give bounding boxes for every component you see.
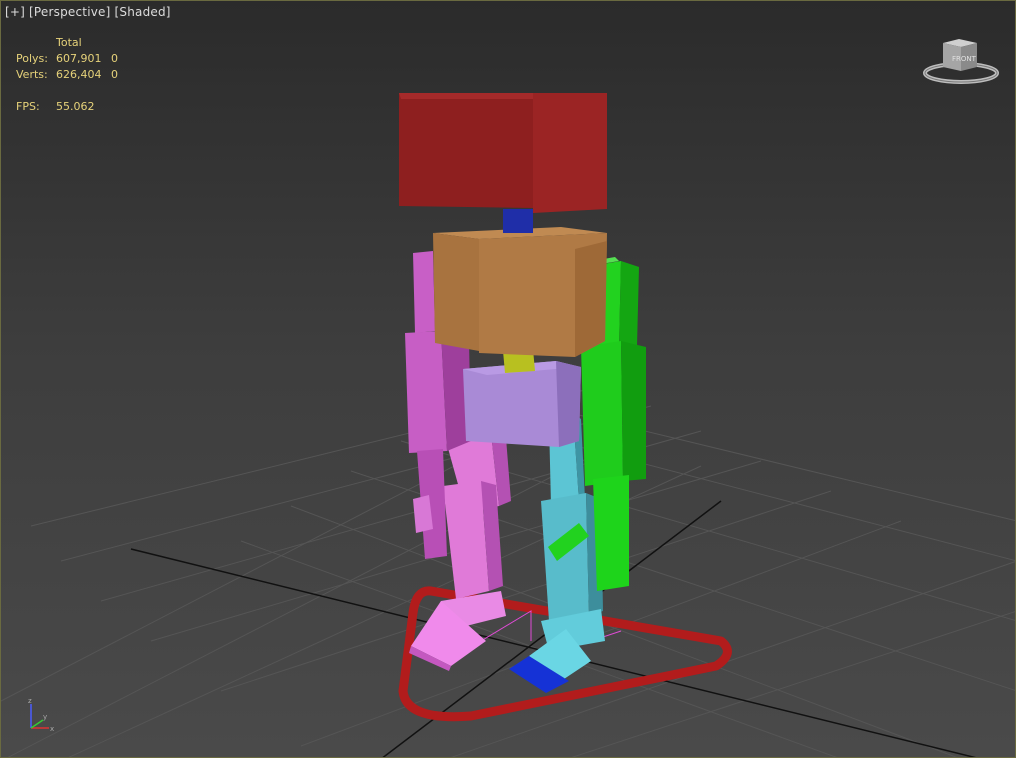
verts-label: Verts: [16, 68, 48, 81]
axis-x-label: x [50, 725, 54, 733]
chest[interactable] [433, 227, 607, 357]
viewcube-face-label: FRONT [952, 55, 977, 63]
axis-y-label: y [43, 713, 47, 721]
scene-canvas[interactable] [1, 1, 1016, 758]
axis-z-label: z [28, 697, 32, 705]
stats-header: Total [56, 36, 82, 49]
head[interactable] [399, 93, 607, 213]
fps-value: 55.062 [56, 100, 95, 113]
view-menu[interactable]: [Perspective] [29, 5, 110, 19]
shading-menu[interactable]: [Shaded] [115, 5, 171, 19]
axis-tripod-icon: z y x [28, 697, 54, 733]
polys-selected: 0 [111, 52, 118, 65]
perspective-viewport[interactable]: [+] [Perspective] [Shaded] Total Polys: … [0, 0, 1016, 758]
polys-total: 607,901 [56, 52, 102, 65]
verts-total: 626,404 [56, 68, 102, 81]
fps-label: FPS: [16, 100, 40, 113]
verts-selected: 0 [111, 68, 118, 81]
viewport-label: [+] [Perspective] [Shaded] [5, 5, 171, 19]
viewport-plus-menu[interactable]: [+] [5, 5, 25, 19]
neck-joint[interactable] [503, 209, 533, 233]
pelvis[interactable] [463, 361, 581, 447]
viewcube-icon[interactable]: FRONT [923, 35, 999, 87]
polys-label: Polys: [16, 52, 48, 65]
